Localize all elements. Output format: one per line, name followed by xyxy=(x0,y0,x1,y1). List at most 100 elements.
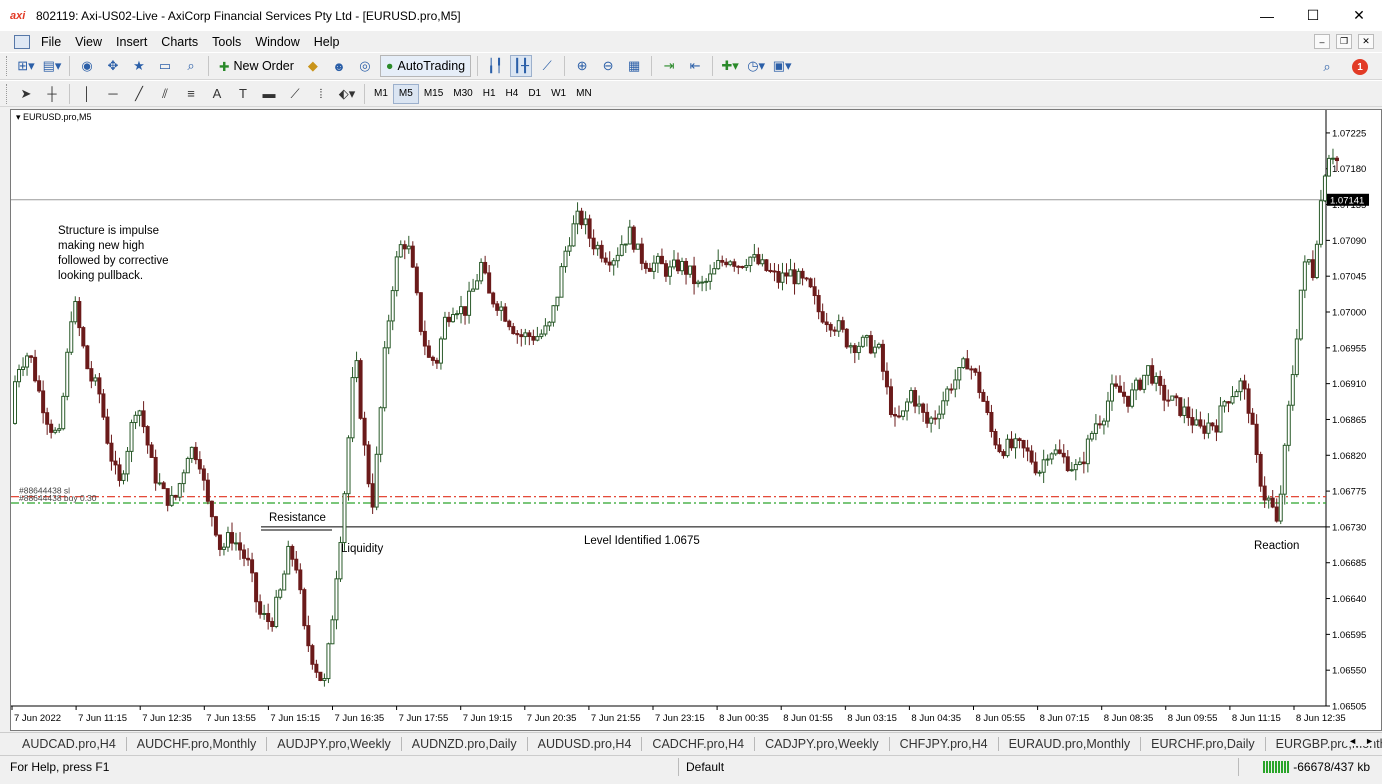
new-order-button[interactable]: ✚ New Order xyxy=(215,55,298,77)
timeframe-mn[interactable]: MN xyxy=(571,84,597,104)
tab-audchf[interactable]: AUDCHF.pro,Monthly xyxy=(127,736,268,751)
bear-candle xyxy=(97,377,102,395)
bull-candle xyxy=(700,281,705,284)
timeframe-d1[interactable]: D1 xyxy=(523,84,546,104)
menu-insert[interactable]: Insert xyxy=(113,35,150,49)
vps-icon[interactable]: ◎ xyxy=(354,55,376,77)
timeframe-h4[interactable]: H4 xyxy=(501,84,524,104)
menu-help[interactable]: Help xyxy=(311,35,343,49)
bear-candle xyxy=(414,266,419,294)
menu-window[interactable]: Window xyxy=(252,35,302,49)
periods-icon[interactable]: ◷▾ xyxy=(745,55,767,77)
trendline-icon[interactable]: ╱ xyxy=(128,83,150,105)
menu-file[interactable]: File xyxy=(38,35,64,49)
bull-candle xyxy=(1005,438,1010,457)
signals-icon[interactable]: ☻ xyxy=(328,55,350,77)
tab-scroll-right-icon[interactable]: ► xyxy=(1365,736,1374,746)
fibonacci-icon[interactable]: ≡ xyxy=(180,83,202,105)
tab-scroll-left-icon[interactable]: ◄ xyxy=(1348,736,1357,746)
bull-candle xyxy=(1105,400,1110,422)
x-tick-label: 8 Jun 07:15 xyxy=(1040,713,1090,724)
bull-candle xyxy=(378,407,383,455)
cursor-icon[interactable]: ➤ xyxy=(15,83,37,105)
minimize-button[interactable]: — xyxy=(1244,0,1290,31)
menu-view[interactable]: View xyxy=(72,35,105,49)
candlestick-chart-icon[interactable]: ┃╂ xyxy=(510,55,533,77)
menu-tools[interactable]: Tools xyxy=(209,35,244,49)
bull-candle xyxy=(225,532,230,548)
profiles-icon[interactable]: ▤▾ xyxy=(41,55,63,77)
tab-audjpy[interactable]: AUDJPY.pro,Weekly xyxy=(267,736,402,751)
tab-eurchf[interactable]: EURCHF.pro,Daily xyxy=(1141,736,1266,751)
tab-audcad[interactable]: AUDCAD.pro,H4 xyxy=(12,736,127,751)
zoom-in-icon[interactable]: ⊕ xyxy=(571,55,593,77)
auto-scroll-icon[interactable]: ⇥ xyxy=(658,55,680,77)
bear-candle xyxy=(503,306,508,322)
bull-candle xyxy=(872,346,877,354)
templates-icon[interactable]: ▣▾ xyxy=(771,55,793,77)
bull-candle xyxy=(1314,243,1319,279)
chart-tabs: AUDCAD.pro,H4 AUDCHF.pro,Monthly AUDJPY.… xyxy=(0,732,1382,754)
toolbar-grip[interactable] xyxy=(6,56,9,76)
timeframe-m30[interactable]: M30 xyxy=(448,84,477,104)
market-watch-icon[interactable]: ◉ xyxy=(76,55,98,77)
bear-candle xyxy=(149,444,154,458)
timeframe-h1[interactable]: H1 xyxy=(478,84,501,104)
bar-chart-icon[interactable]: ╽╿ xyxy=(484,55,506,77)
equidistant-channel-icon[interactable]: ⫽ xyxy=(154,83,176,105)
metaeditor-icon[interactable]: ◆ xyxy=(302,55,324,77)
search-icon[interactable]: ⌕ xyxy=(1316,56,1338,78)
chart-symbol-label[interactable]: ▾ EURUSD.pro,M5 xyxy=(16,112,92,123)
tile-windows-icon[interactable]: ▦ xyxy=(623,55,645,77)
horizontal-line-icon[interactable]: ─ xyxy=(102,83,124,105)
timeframe-m15[interactable]: M15 xyxy=(419,84,448,104)
timeframe-m1[interactable]: M1 xyxy=(369,84,393,104)
menu-charts[interactable]: Charts xyxy=(158,35,201,49)
timeframe-w1[interactable]: W1 xyxy=(546,84,571,104)
data-window-icon[interactable]: ✥ xyxy=(102,55,124,77)
new-chart-icon[interactable]: ⊞▾ xyxy=(15,55,37,77)
child-close-icon[interactable]: ✕ xyxy=(1358,34,1374,49)
zoom-out-icon[interactable]: ⊖ xyxy=(597,55,619,77)
maximize-button[interactable]: ☐ xyxy=(1290,0,1336,31)
child-minimize-icon[interactable]: – xyxy=(1314,34,1330,49)
rectangle-icon[interactable]: ▬ xyxy=(258,83,280,105)
indicators-icon[interactable]: ✚▾ xyxy=(719,55,741,77)
text-label-icon[interactable]: T xyxy=(232,83,254,105)
bear-candle xyxy=(487,272,492,294)
line-chart-icon[interactable]: ⟋ xyxy=(536,55,558,77)
bear-candle xyxy=(89,368,94,382)
navigator-icon[interactable]: ★ xyxy=(128,55,150,77)
arrows-icon[interactable]: ⬖▾ xyxy=(336,83,358,105)
child-restore-icon[interactable]: ❐ xyxy=(1336,34,1352,49)
bear-candle xyxy=(643,262,648,269)
x-tick-label: 8 Jun 01:55 xyxy=(783,713,833,724)
fibo-time-icon[interactable]: ⦙ xyxy=(310,83,332,105)
bull-candle xyxy=(1045,458,1050,461)
toolbar-grip[interactable] xyxy=(6,83,9,104)
bull-candle xyxy=(848,345,853,348)
tab-cadjpy[interactable]: CADJPY.pro,Weekly xyxy=(755,736,890,751)
bear-candle xyxy=(639,243,644,264)
price-chart[interactable]: 1.072251.071801.071351.070901.070451.070… xyxy=(11,110,1381,730)
bull-candle xyxy=(1134,379,1139,391)
bear-candle xyxy=(591,237,596,250)
tab-cadchf[interactable]: CADCHF.pro,H4 xyxy=(642,736,756,751)
vertical-line-icon[interactable]: │ xyxy=(76,83,98,105)
tab-chfjpy[interactable]: CHFJPY.pro,H4 xyxy=(890,736,999,751)
tab-audusd[interactable]: AUDUSD.pro,H4 xyxy=(528,736,643,751)
notifications-badge[interactable]: 1 xyxy=(1352,59,1368,75)
tab-euraud[interactable]: EURAUD.pro,Monthly xyxy=(999,736,1142,751)
strategy-tester-icon[interactable]: ⌕ xyxy=(180,55,202,77)
terminal-icon[interactable]: ▭ xyxy=(154,55,176,77)
bear-candle xyxy=(692,265,697,285)
tab-audnzd[interactable]: AUDNZD.pro,Daily xyxy=(402,736,528,751)
text-icon[interactable]: A xyxy=(206,83,228,105)
close-button[interactable]: ✕ xyxy=(1336,0,1382,31)
autotrading-button[interactable]: ● AutoTrading xyxy=(379,55,472,77)
fibo-fan-icon[interactable]: ⟋ xyxy=(284,83,306,105)
chart-shift-icon[interactable]: ⇤ xyxy=(684,55,706,77)
crosshair-icon[interactable]: ┼ xyxy=(41,83,63,105)
document-menu-icon[interactable] xyxy=(14,34,30,49)
timeframe-m5[interactable]: M5 xyxy=(392,83,419,104)
